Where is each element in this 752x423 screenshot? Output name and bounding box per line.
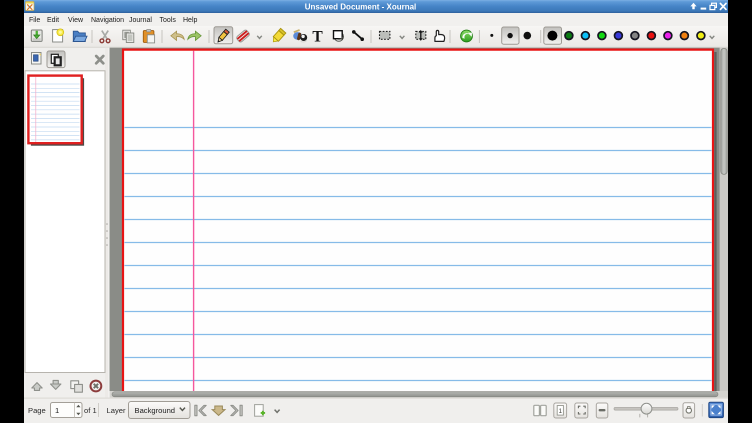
- svg-text:Edit: Edit: [47, 17, 59, 24]
- svg-text:Navigation: Navigation: [91, 17, 124, 24]
- svg-text:View: View: [68, 17, 84, 24]
- svg-text:Help: Help: [183, 17, 198, 24]
- svg-text:Layer: Layer: [107, 406, 126, 415]
- svg-text:Unsaved Document - Xournal: Unsaved Document - Xournal: [305, 2, 417, 11]
- svg-text:Background: Background: [135, 406, 176, 415]
- svg-text:Page: Page: [28, 406, 46, 415]
- svg-text:Tools: Tools: [160, 17, 177, 24]
- svg-text:T: T: [312, 29, 323, 46]
- svg-text:1: 1: [55, 406, 59, 415]
- svg-text:of 1: of 1: [84, 406, 97, 415]
- svg-text:Journal: Journal: [129, 17, 152, 24]
- svg-text:File: File: [29, 17, 40, 24]
- svg-text:1: 1: [558, 408, 562, 415]
